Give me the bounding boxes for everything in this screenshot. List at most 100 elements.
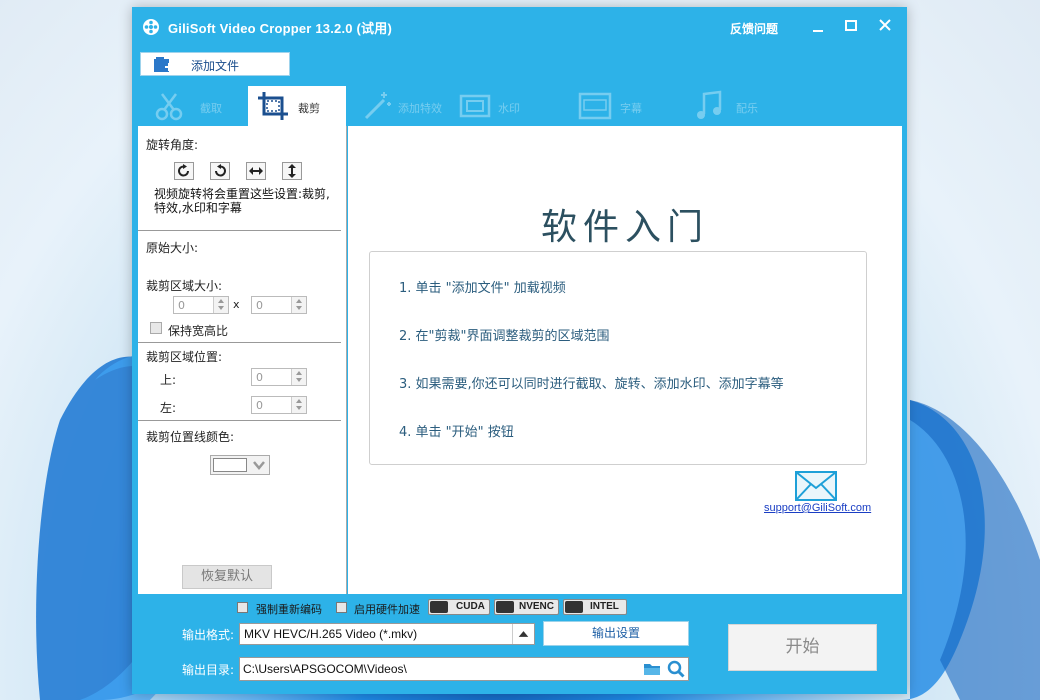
add-file-button[interactable]: 添加文件 — [140, 52, 290, 76]
flip-horizontal-icon — [249, 167, 263, 175]
hw-accel-checkbox[interactable] — [336, 602, 347, 613]
left-label: 左: — [160, 401, 177, 415]
reset-default-button[interactable]: 恢复默认 — [182, 565, 272, 589]
left-position-value: 0 — [256, 399, 263, 412]
intel-label: INTEL — [590, 601, 619, 612]
stepper-arrows-icon[interactable] — [291, 397, 306, 413]
times-sign: x — [233, 298, 240, 311]
force-reencode-label: 强制重新编码 — [256, 603, 322, 616]
tab-watermark[interactable]: 水印 — [450, 86, 550, 126]
getting-started-panel: 软件入门 1. 单击 "添加文件" 加载视频 2. 在"剪裁"界面调整裁剪的区域… — [348, 126, 902, 594]
add-file-label: 添加文件 — [191, 59, 240, 73]
scissors-icon — [155, 93, 183, 121]
crop-settings-panel: 旋转角度: 视频旋转将会重置这些设置:裁剪,特效,水印和字幕 原始大小: 裁剪区… — [138, 126, 347, 594]
step-3: 3. 如果需要,你还可以同时进行截取、旋转、添加水印、添加字幕等 — [399, 377, 784, 392]
left-position-stepper[interactable]: 0 — [251, 396, 307, 414]
flip-horizontal-button[interactable] — [246, 162, 266, 180]
line-color-label: 裁剪位置线颜色: — [146, 430, 235, 444]
nvenc-badge: NVENC — [494, 599, 559, 615]
crop-size-label: 裁剪区域大小: — [146, 279, 223, 293]
tab-subtitle-label: 字幕 — [620, 102, 642, 115]
title-bar: GiliSoft Video Cropper 13.2.0 (试用) 反馈问题 — [132, 7, 907, 47]
output-format-label: 输出格式: — [182, 628, 235, 642]
divider — [138, 420, 341, 421]
mail-icon[interactable] — [795, 471, 837, 501]
output-dir-input[interactable]: C:\Users\APSGOCOM\Videos\ — [239, 657, 689, 681]
tab-trim-label: 截取 — [200, 102, 222, 115]
tab-crop[interactable]: 裁剪 — [248, 86, 346, 126]
crop-position-label: 裁剪区域位置: — [146, 350, 223, 364]
start-button[interactable]: 开始 — [728, 624, 877, 671]
search-icon[interactable] — [667, 660, 685, 678]
divider — [138, 230, 341, 231]
steps-box: 1. 单击 "添加文件" 加载视频 2. 在"剪裁"界面调整裁剪的区域范围 3.… — [369, 251, 867, 465]
crop-icon — [258, 92, 288, 120]
line-color-picker[interactable] — [210, 455, 270, 475]
crop-width-value: 0 — [178, 299, 185, 312]
feedback-link[interactable]: 反馈问题 — [730, 20, 778, 37]
minimize-icon[interactable] — [807, 16, 829, 36]
top-position-value: 0 — [256, 371, 263, 384]
page-title: 软件入门 — [540, 207, 709, 248]
nvenc-label: NVENC — [519, 601, 555, 612]
keep-ratio-checkbox[interactable] — [150, 322, 162, 334]
tab-effects-label: 添加特效 — [398, 102, 442, 115]
tab-music-label: 配乐 — [736, 102, 758, 115]
original-size-label: 原始大小: — [146, 241, 199, 255]
app-window: GiliSoft Video Cropper 13.2.0 (试用) 反馈问题 … — [132, 7, 907, 694]
keep-ratio-label: 保持宽高比 — [168, 324, 229, 338]
output-dir-label: 输出目录: — [182, 663, 235, 677]
tab-watermark-label: 水印 — [498, 102, 520, 115]
rotate-ccw-button[interactable] — [210, 162, 230, 180]
nvidia-logo-icon — [430, 601, 448, 613]
stepper-arrows-icon[interactable] — [291, 297, 306, 313]
cuda-label: CUDA — [456, 601, 485, 612]
flip-vertical-button[interactable] — [282, 162, 302, 180]
output-settings-button[interactable]: 输出设置 — [543, 621, 689, 646]
maximize-icon[interactable] — [840, 16, 862, 36]
tab-crop-label: 裁剪 — [298, 102, 320, 115]
rotate-ccw-icon — [215, 164, 226, 177]
film-reel-icon — [143, 19, 159, 35]
crop-width-stepper[interactable]: 0 — [173, 296, 229, 314]
intel-badge: INTEL — [563, 599, 627, 615]
triangle-up-icon[interactable] — [512, 624, 534, 644]
output-format-select[interactable]: MKV HEVC/H.265 Video (*.mkv) — [239, 623, 535, 645]
magic-wand-icon — [364, 92, 391, 120]
top-position-stepper[interactable]: 0 — [251, 368, 307, 386]
tab-music[interactable]: 配乐 — [684, 86, 794, 126]
force-reencode-checkbox[interactable] — [237, 602, 248, 613]
step-2: 2. 在"剪裁"界面调整裁剪的区域范围 — [399, 329, 610, 344]
flip-vertical-icon — [288, 164, 296, 178]
stepper-arrows-icon[interactable] — [213, 297, 228, 313]
cuda-badge: CUDA — [428, 599, 490, 615]
subtitle-icon — [578, 92, 612, 120]
add-file-icon — [154, 57, 173, 72]
folder-icon[interactable] — [643, 661, 661, 677]
output-dir-value: C:\Users\APSGOCOM\Videos\ — [243, 662, 407, 676]
music-note-icon — [697, 90, 722, 119]
chevron-down-icon — [253, 461, 265, 470]
tab-effects[interactable]: 添加特效 — [352, 86, 450, 126]
tab-bar: 截取 裁剪 添加特效 水印 字幕 配乐 — [138, 86, 903, 126]
rotate-label: 旋转角度: — [146, 138, 199, 152]
divider — [138, 342, 341, 343]
hw-accel-label: 启用硬件加速 — [354, 603, 420, 616]
crop-height-stepper[interactable]: 0 — [251, 296, 307, 314]
step-4: 4. 单击 "开始" 按钮 — [399, 425, 514, 440]
tab-subtitle[interactable]: 字幕 — [570, 86, 680, 126]
stepper-arrows-icon[interactable] — [291, 369, 306, 385]
color-swatch — [213, 458, 247, 472]
crop-height-value: 0 — [256, 299, 263, 312]
output-format-value: MKV HEVC/H.265 Video (*.mkv) — [244, 627, 418, 641]
top-label: 上: — [160, 373, 177, 387]
rotate-cw-icon — [178, 164, 189, 177]
close-icon[interactable] — [874, 16, 896, 36]
rotate-cw-button[interactable] — [174, 162, 194, 180]
rotate-note: 视频旋转将会重置这些设置:裁剪,特效,水印和字幕 — [154, 187, 330, 215]
intel-logo-icon — [565, 601, 583, 613]
support-email-link[interactable]: support@GiliSoft.com — [764, 502, 871, 514]
nvidia-logo-icon — [496, 601, 514, 613]
watermark-icon — [459, 94, 491, 118]
tab-trim[interactable]: 截取 — [144, 86, 248, 126]
